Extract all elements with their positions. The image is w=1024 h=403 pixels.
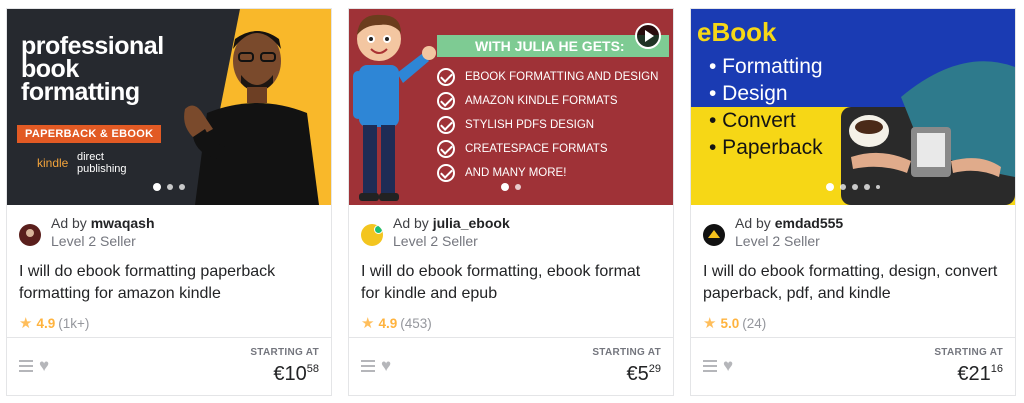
heart-icon[interactable]: ♥ bbox=[39, 356, 49, 376]
carousel-dot[interactable] bbox=[840, 184, 846, 190]
carousel-dot[interactable] bbox=[179, 184, 185, 190]
gig-grid: professional book formatting PAPERBACK &… bbox=[0, 0, 1024, 403]
feature-item: • Paperback bbox=[709, 136, 823, 159]
avatar[interactable] bbox=[361, 224, 383, 246]
seller-level: Level 2 Seller bbox=[735, 233, 820, 249]
feature-item: STYLISH PDFS DESIGN bbox=[437, 113, 658, 137]
check-icon bbox=[437, 164, 455, 182]
rating-count: (1k+) bbox=[58, 315, 90, 331]
gig-price: €529 bbox=[626, 363, 662, 385]
gig-title[interactable]: I will do ebook formatting, ebook format… bbox=[361, 261, 661, 305]
avatar[interactable] bbox=[703, 224, 725, 246]
carousel-dot[interactable] bbox=[501, 183, 509, 191]
starting-at-label: STARTING AT bbox=[250, 347, 319, 358]
check-icon bbox=[437, 92, 455, 110]
seller-level: Level 2 Seller bbox=[51, 233, 136, 249]
thumbnail-feature-list: EBOOK FORMATTING AND DESIGN AMAZON KINDL… bbox=[437, 65, 658, 185]
star-icon: ★ bbox=[703, 315, 717, 332]
check-icon bbox=[437, 116, 455, 134]
heart-icon[interactable]: ♥ bbox=[723, 356, 733, 376]
reading-scene-image bbox=[841, 61, 1015, 205]
carousel-dot[interactable] bbox=[167, 184, 173, 190]
thumbnail-headline: eBook bbox=[697, 17, 777, 47]
thumbnail-header: WITH JULIA HE GETS: bbox=[437, 35, 669, 57]
feature-item: CREATESPACE FORMATS bbox=[437, 137, 658, 161]
seller-info: Ad by mwaqash Level 2 Seller bbox=[19, 215, 155, 250]
rating-value: 4.9 bbox=[36, 315, 56, 331]
gig-footer: ♥ STARTING AT €529 bbox=[349, 337, 673, 395]
avatar[interactable] bbox=[19, 224, 41, 246]
menu-icon[interactable] bbox=[703, 360, 717, 372]
carousel-dots[interactable] bbox=[349, 183, 673, 191]
carousel-dots[interactable] bbox=[7, 183, 331, 191]
gig-price: €2116 bbox=[957, 363, 1003, 385]
feature-item: EBOOK FORMATTING AND DESIGN bbox=[437, 65, 658, 89]
thumbnail-headline: professional book formatting bbox=[21, 32, 164, 106]
gig-thumbnail[interactable]: eBook • Formatting • Design • Convert • … bbox=[691, 9, 1015, 205]
starting-at-label: STARTING AT bbox=[934, 347, 1003, 358]
feature-item: AND MANY MORE! bbox=[437, 161, 658, 185]
check-icon bbox=[437, 68, 455, 86]
gig-card[interactable]: professional book formatting PAPERBACK &… bbox=[6, 8, 332, 396]
person-image bbox=[184, 31, 319, 205]
carousel-dot[interactable] bbox=[864, 184, 870, 190]
feature-item: AMAZON KINDLE FORMATS bbox=[437, 89, 658, 113]
seller-line: Ad by emdad555 bbox=[735, 215, 844, 231]
gig-title[interactable]: I will do ebook formatting paperback for… bbox=[19, 261, 319, 305]
carousel-dot[interactable] bbox=[515, 184, 521, 190]
thumbnail-banner: PAPERBACK & EBOOK bbox=[17, 125, 162, 143]
carousel-dot[interactable] bbox=[153, 183, 161, 191]
gig-rating: ★ 4.9 (453) bbox=[361, 314, 432, 332]
star-icon: ★ bbox=[19, 315, 33, 332]
gig-rating: ★ 4.9 (1k+) bbox=[19, 314, 89, 332]
seller-line: Ad by julia_ebook bbox=[393, 215, 510, 231]
seller-name[interactable]: mwaqash bbox=[91, 215, 155, 231]
gig-footer: ♥ STARTING AT €1058 bbox=[7, 337, 331, 395]
thumbnail-feature-list: • Formatting • Design • Convert • Paperb… bbox=[709, 53, 823, 161]
gig-title[interactable]: I will do ebook formatting, design, conv… bbox=[703, 261, 1003, 305]
feature-item: • Formatting bbox=[709, 55, 823, 78]
play-icon[interactable] bbox=[635, 23, 661, 49]
gig-card[interactable]: eBook • Formatting • Design • Convert • … bbox=[690, 8, 1016, 396]
seller-name[interactable]: emdad555 bbox=[775, 215, 843, 231]
gig-thumbnail[interactable]: WITH JULIA HE GETS: EBOOK FORMATTING AND… bbox=[349, 9, 673, 205]
seller-level: Level 2 Seller bbox=[393, 233, 478, 249]
carousel-dot[interactable] bbox=[852, 184, 858, 190]
rating-value: 5.0 bbox=[720, 315, 740, 331]
menu-icon[interactable] bbox=[361, 360, 375, 372]
seller-line: Ad by mwaqash bbox=[51, 215, 155, 231]
feature-item: • Design bbox=[709, 82, 788, 105]
rating-count: (453) bbox=[400, 315, 432, 331]
seller-info: Ad by emdad555 Level 2 Seller bbox=[703, 215, 843, 250]
carousel-dot[interactable] bbox=[876, 185, 880, 189]
carousel-dots[interactable] bbox=[691, 183, 1015, 191]
cartoon-boy-image bbox=[353, 14, 436, 201]
check-icon bbox=[437, 140, 455, 158]
gig-card[interactable]: WITH JULIA HE GETS: EBOOK FORMATTING AND… bbox=[348, 8, 674, 396]
starting-at-label: STARTING AT bbox=[592, 347, 661, 358]
gig-price: €1058 bbox=[273, 363, 319, 385]
gig-footer: ♥ STARTING AT €2116 bbox=[691, 337, 1015, 395]
menu-icon[interactable] bbox=[19, 360, 33, 372]
feature-item: • Convert bbox=[709, 109, 796, 132]
seller-name[interactable]: julia_ebook bbox=[433, 215, 510, 231]
rating-count: (24) bbox=[742, 315, 767, 331]
heart-icon[interactable]: ♥ bbox=[381, 356, 391, 376]
gig-rating: ★ 5.0 (24) bbox=[703, 314, 766, 332]
gig-thumbnail[interactable]: professional book formatting PAPERBACK &… bbox=[7, 9, 331, 205]
seller-info: Ad by julia_ebook Level 2 Seller bbox=[361, 215, 510, 250]
rating-value: 4.9 bbox=[378, 315, 398, 331]
carousel-dot[interactable] bbox=[826, 183, 834, 191]
star-icon: ★ bbox=[361, 315, 375, 332]
